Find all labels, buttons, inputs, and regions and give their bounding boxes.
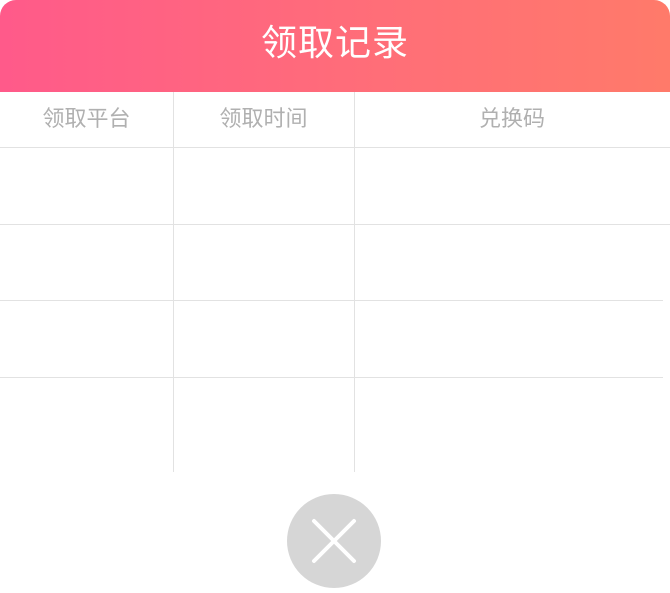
column-header-time: 领取时间 [219,107,308,132]
table-row [0,225,670,300]
table-row [0,301,670,377]
records-table: 领取平台 领取时间 兑换码 [0,92,670,472]
dialog-title: 领取记录 [260,23,409,64]
column-header-platform: 领取平台 [42,107,131,132]
dialog-header: 领取记录 [0,0,670,92]
close-icon [307,514,361,568]
close-button[interactable] [287,494,381,588]
table-row [0,378,670,472]
table-row [0,148,670,224]
claim-records-dialog: 领取记录 领取平台 领取时间 兑换码 [0,0,670,593]
column-header-code: 兑换码 [478,107,545,132]
